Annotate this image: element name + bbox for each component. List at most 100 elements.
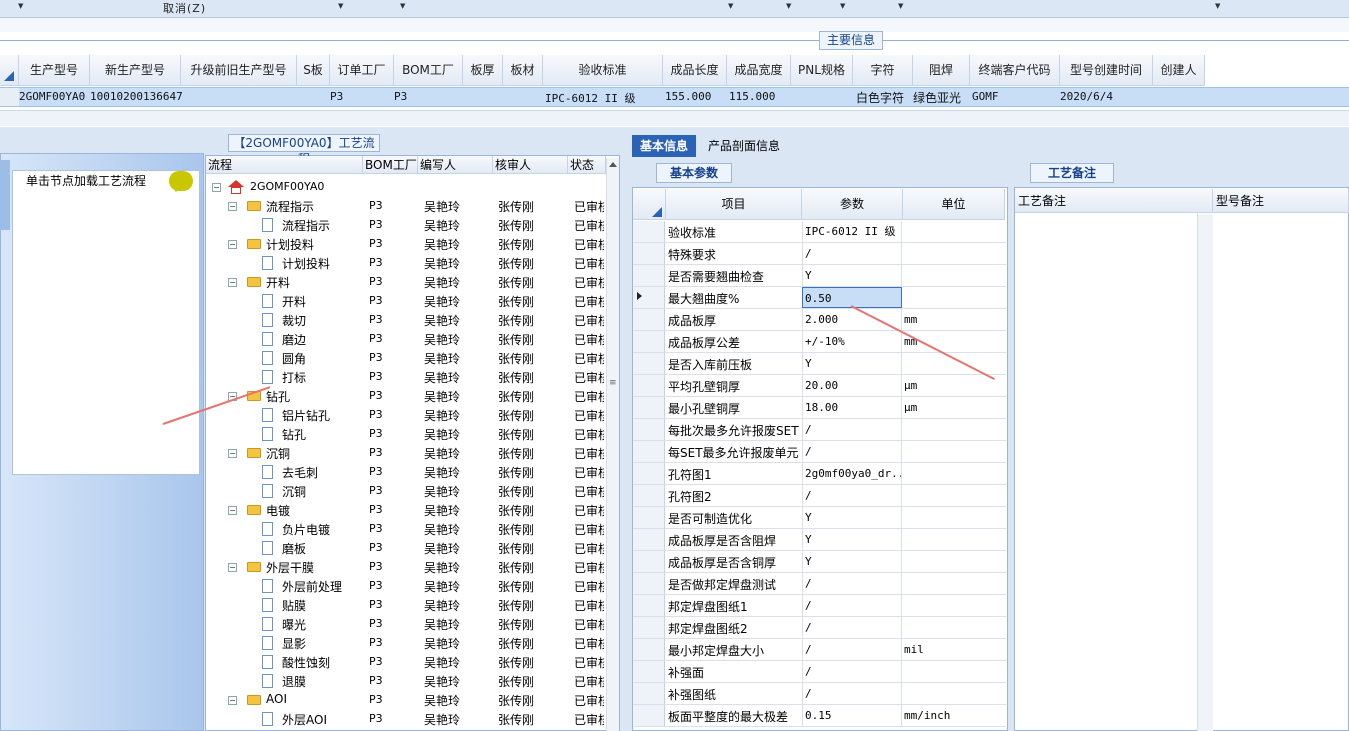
tree-row[interactable]: 外层前处理 P3 吴艳玲 张传刚 已审核 (208, 577, 604, 596)
param-row[interactable]: 板面平整度的最大极差 0.15 mm/inch (633, 705, 1006, 727)
tree-row[interactable]: 显影 P3 吴艳玲 张传刚 已审核 (208, 634, 604, 653)
main-header-col[interactable]: 生产型号 (19, 55, 90, 86)
param-value[interactable]: / (802, 683, 902, 704)
scroll-up-icon[interactable] (609, 162, 617, 167)
param-value[interactable]: 0.15 (802, 705, 902, 726)
main-header-col[interactable]: 板厚 (463, 55, 503, 86)
param-row[interactable]: 孔符图1 2g0mf00ya0_dr... (633, 463, 1006, 485)
tree-row[interactable]: 退膜 P3 吴艳玲 张传刚 已审核 (208, 672, 604, 691)
param-value[interactable]: Y (802, 265, 902, 286)
param-row[interactable]: 补强图纸 / (633, 683, 1006, 705)
collapse-icon[interactable]: − (228, 202, 237, 211)
param-value[interactable]: / (802, 595, 902, 616)
notes-header-model[interactable]: 型号备注 (1213, 189, 1349, 213)
load-hint-box[interactable] (12, 170, 200, 475)
param-value[interactable]: 20.00 (802, 375, 902, 396)
main-header-col[interactable]: 订单工厂 (330, 55, 394, 86)
main-header-col[interactable]: 字符 (853, 55, 913, 86)
main-header-col[interactable]: 型号创建时间 (1060, 55, 1153, 86)
tree-row[interactable]: 开料 P3 吴艳玲 张传刚 已审核 (208, 292, 604, 311)
chevron-down-icon[interactable]: ▼ (898, 2, 903, 10)
collapse-icon[interactable]: − (228, 278, 237, 287)
tree-row[interactable]: − 外层干膜 P3 吴艳玲 张传刚 已审核 (208, 558, 604, 577)
tab-basic-params[interactable]: 基本参数 (656, 163, 732, 183)
param-row[interactable]: 特殊要求 / (633, 243, 1006, 265)
param-value[interactable]: 2g0mf00ya0_dr... (802, 463, 902, 484)
collapse-icon[interactable]: − (228, 563, 237, 572)
tree-row[interactable]: 圆角 P3 吴艳玲 张传刚 已审核 (208, 349, 604, 368)
param-value[interactable]: Y (802, 353, 902, 374)
main-header-col[interactable]: 板材 (503, 55, 543, 86)
chevron-down-icon[interactable]: ▼ (338, 2, 343, 10)
tree-row[interactable]: 磨板 P3 吴艳玲 张传刚 已审核 (208, 539, 604, 558)
param-value[interactable]: Y (802, 507, 902, 528)
tree-row[interactable]: 打标 P3 吴艳玲 张传刚 已审核 (208, 368, 604, 387)
main-header-col[interactable]: S板 (297, 55, 330, 86)
tree-row[interactable]: 流程指示 P3 吴艳玲 张传刚 已审核 (208, 216, 604, 235)
param-value[interactable]: / (802, 661, 902, 682)
param-row[interactable]: 最大翘曲度% 0.50 (633, 287, 1006, 309)
cancel-button[interactable]: 取消(Z) (163, 0, 206, 16)
tree-row[interactable]: − 电镀 P3 吴艳玲 张传刚 已审核 (208, 501, 604, 520)
chevron-down-icon[interactable]: ▼ (840, 2, 845, 10)
cell-new-model[interactable]: 10010200136647 (90, 90, 183, 103)
chevron-down-icon[interactable]: ▼ (728, 2, 733, 10)
param-row[interactable]: 成品板厚 2.000 mm (633, 309, 1006, 331)
chevron-down-icon[interactable]: ▼ (18, 2, 23, 10)
cell-customer[interactable]: GOMF (972, 90, 999, 103)
param-row[interactable]: 最小孔壁铜厚 18.00 μm (633, 397, 1006, 419)
param-value[interactable]: / (802, 243, 902, 264)
tree-row[interactable]: 计划投料 P3 吴艳玲 张传刚 已审核 (208, 254, 604, 273)
tree-row[interactable]: 去毛刺 P3 吴艳玲 张传刚 已审核 (208, 463, 604, 482)
param-row[interactable]: 验收标准 IPC-6012 II 级 (633, 221, 1006, 243)
main-header-col[interactable]: 终端客户代码 (970, 55, 1060, 86)
cell-order-factory[interactable]: P3 (330, 90, 343, 103)
param-row[interactable]: 平均孔壁铜厚 20.00 μm (633, 375, 1006, 397)
param-row[interactable]: 邦定焊盘图纸2 / (633, 617, 1006, 639)
tree-row[interactable]: −钻孔P3吴艳玲张传刚已审核 (208, 387, 604, 406)
tree-row[interactable]: − 流程指示 P3 吴艳玲 张传刚 已审核 (208, 197, 604, 216)
param-value[interactable]: 2.000 (802, 309, 902, 330)
cell-length[interactable]: 155.000 (665, 90, 711, 103)
param-value[interactable]: / (802, 617, 902, 638)
param-row[interactable]: 是否可制造优化 Y (633, 507, 1006, 529)
tree-header-reviewer[interactable]: 核审人 (493, 156, 568, 174)
param-row[interactable]: 每批次最多允许报废SET / (633, 419, 1006, 441)
tree-row[interactable]: 沉铜 P3 吴艳玲 张传刚 已审核 (208, 482, 604, 501)
collapse-icon[interactable]: − (228, 696, 237, 705)
param-value[interactable]: / (802, 639, 902, 660)
cell-bom-factory[interactable]: P3 (394, 90, 407, 103)
chevron-down-icon[interactable]: ▼ (1215, 2, 1220, 10)
param-value[interactable]: IPC-6012 II 级 (802, 221, 902, 242)
chevron-down-icon[interactable]: ▼ (786, 2, 791, 10)
tree-row[interactable]: 钻孔 P3 吴艳玲 张传刚 已审核 (208, 425, 604, 444)
tree-row[interactable]: − AOI P3 吴艳玲 张传刚 已审核 (208, 691, 604, 710)
tree-header-flow[interactable]: 流程 (206, 156, 363, 174)
param-value[interactable]: / (802, 573, 902, 594)
main-header-col[interactable]: 创建人 (1153, 55, 1205, 86)
param-row[interactable]: 最小邦定焊盘大小 / mil (633, 639, 1006, 661)
tab-process-notes[interactable]: 工艺备注 (1030, 163, 1114, 183)
notes-scrollbar[interactable] (1197, 214, 1213, 731)
tree-row[interactable]: 磨边 P3 吴艳玲 张传刚 已审核 (208, 330, 604, 349)
cell-char[interactable]: 白色字符 (856, 89, 904, 106)
main-header-col[interactable]: PNL规格 (791, 55, 853, 86)
tree-row[interactable]: 曝光 P3 吴艳玲 张传刚 已审核 (208, 615, 604, 634)
notes-header-process[interactable]: 工艺备注 (1015, 189, 1213, 213)
collapse-icon[interactable]: − (228, 506, 237, 515)
tree-row[interactable]: 酸性蚀刻 P3 吴艳玲 张传刚 已审核 (208, 653, 604, 672)
param-value[interactable]: 18.00 (802, 397, 902, 418)
tree-row[interactable]: 负片电镀 P3 吴艳玲 张传刚 已审核 (208, 520, 604, 539)
tree-row[interactable]: 贴膜 P3 吴艳玲 张传刚 已审核 (208, 596, 604, 615)
main-header-col[interactable]: 成品长度 (663, 55, 727, 86)
cell-standard[interactable]: IPC-6012 II 级 (545, 90, 635, 106)
tree-root[interactable]: − 2GOMF00YA0 (208, 178, 604, 197)
param-row[interactable]: 孔符图2 / (633, 485, 1006, 507)
param-row[interactable]: 成品板厚公差 +/-10% mm (633, 331, 1006, 353)
param-value[interactable]: / (802, 441, 902, 462)
tree-row[interactable]: − 计划投料 P3 吴艳玲 张传刚 已审核 (208, 235, 604, 254)
param-value[interactable]: Y (802, 529, 902, 550)
scroll-grip-icon[interactable]: ≡ (609, 378, 617, 388)
param-row[interactable]: 是否做邦定焊盘测试 / (633, 573, 1006, 595)
params-header-unit[interactable]: 单位 (903, 189, 1005, 220)
